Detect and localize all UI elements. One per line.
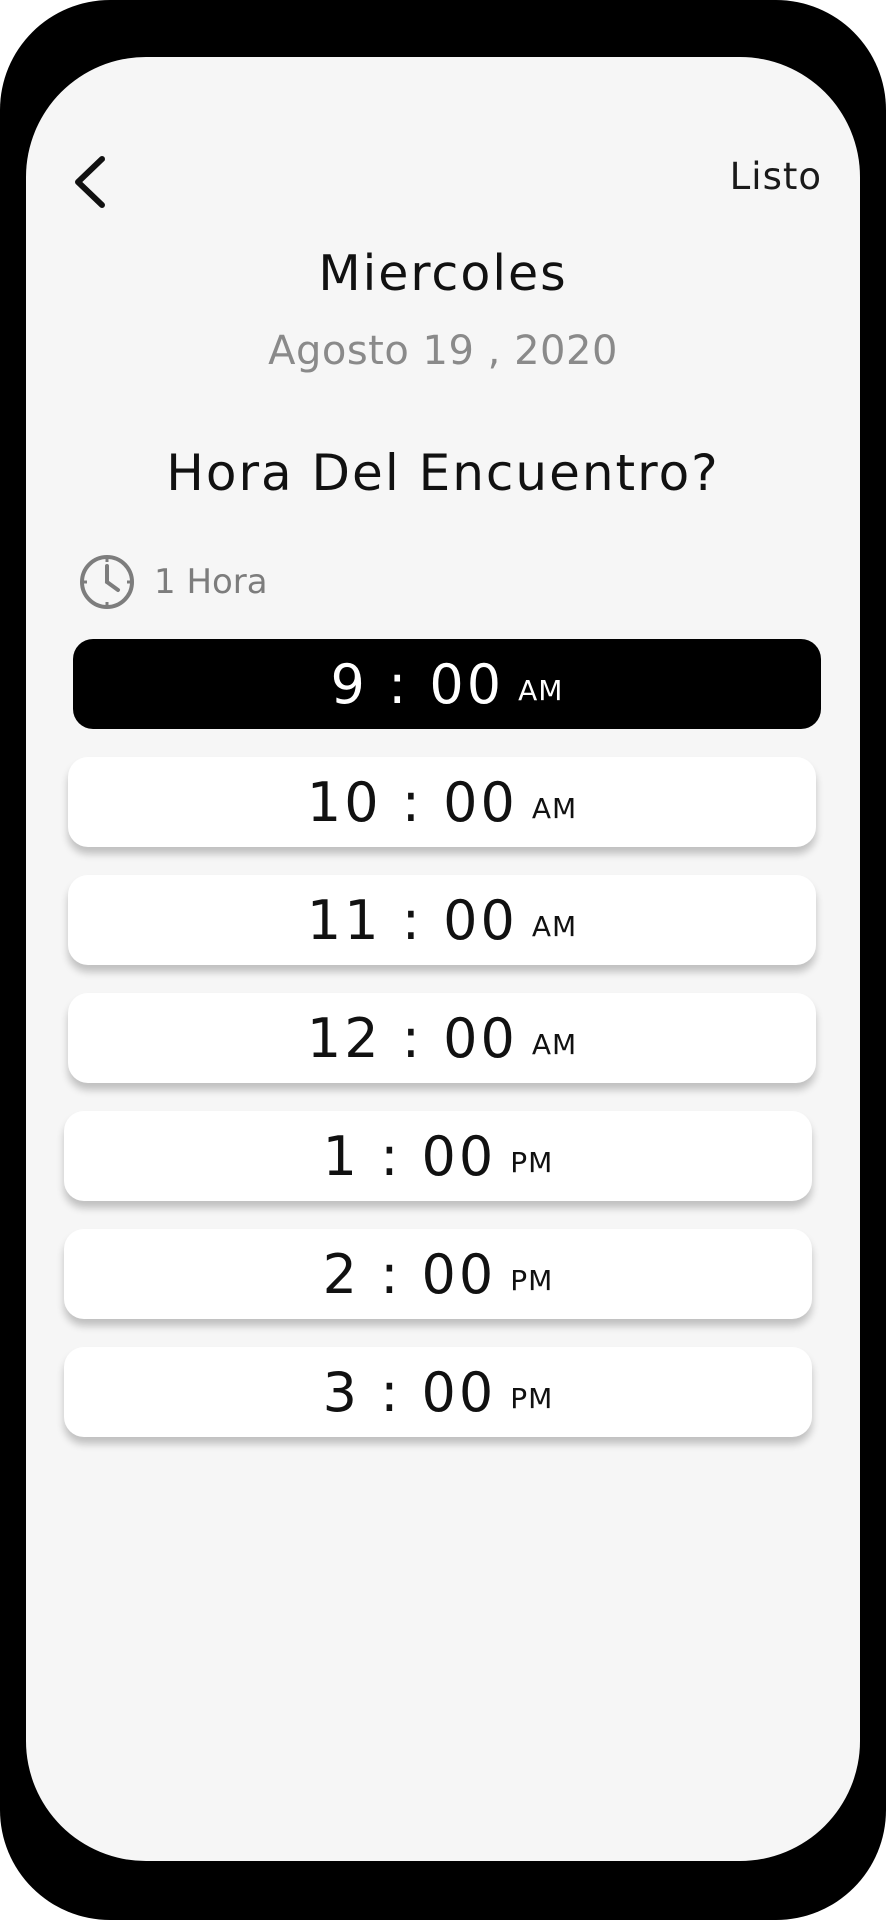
weekday-title: Miercoles [318,245,568,302]
time-slot-period: AM [531,791,578,825]
time-slot-time: 3 : 00 [322,1360,497,1424]
time-slot-time: 10 : 00 [306,770,518,834]
time-slot-time: 9 : 00 [330,652,505,716]
time-slot[interactable]: 1 : 00 PM [64,1111,812,1201]
meeting-time-question: Hora Del Encuentro? [166,444,720,502]
screen: Listo Miercoles Agosto 19 , 2020 Hora De… [26,57,860,1861]
done-button[interactable]: Listo [730,155,822,198]
time-slot[interactable]: 3 : 00 PM [64,1347,812,1437]
time-slot-time: 2 : 00 [322,1242,497,1306]
time-slot-period: PM [510,1263,554,1297]
clock-icon [80,555,134,609]
duration-label: 1 Hora [154,562,268,602]
time-slot-time: 1 : 00 [322,1124,497,1188]
time-slot-time: 11 : 00 [306,888,518,952]
time-slot-period: PM [510,1145,554,1179]
time-slot[interactable]: 10 : 00 AM [68,757,816,847]
chevron-left-icon [75,156,105,208]
time-slot-period: AM [531,909,578,943]
time-slot[interactable]: 2 : 00 PM [64,1229,812,1319]
phone-frame: Listo Miercoles Agosto 19 , 2020 Hora De… [0,0,886,1920]
time-slot-period: AM [531,1027,578,1061]
time-slot-period: AM [518,673,564,707]
date-subtitle: Agosto 19 , 2020 [268,328,618,374]
time-slot-period: PM [510,1381,554,1415]
time-slot-time: 12 : 00 [306,1006,518,1070]
time-slot[interactable]: 12 : 00 AM [68,993,816,1083]
duration-indicator: 1 Hora [78,552,268,612]
back-button[interactable] [62,147,122,217]
time-slot-selected[interactable]: 9 : 00 AM [73,639,821,729]
time-slot[interactable]: 11 : 00 AM [68,875,816,965]
